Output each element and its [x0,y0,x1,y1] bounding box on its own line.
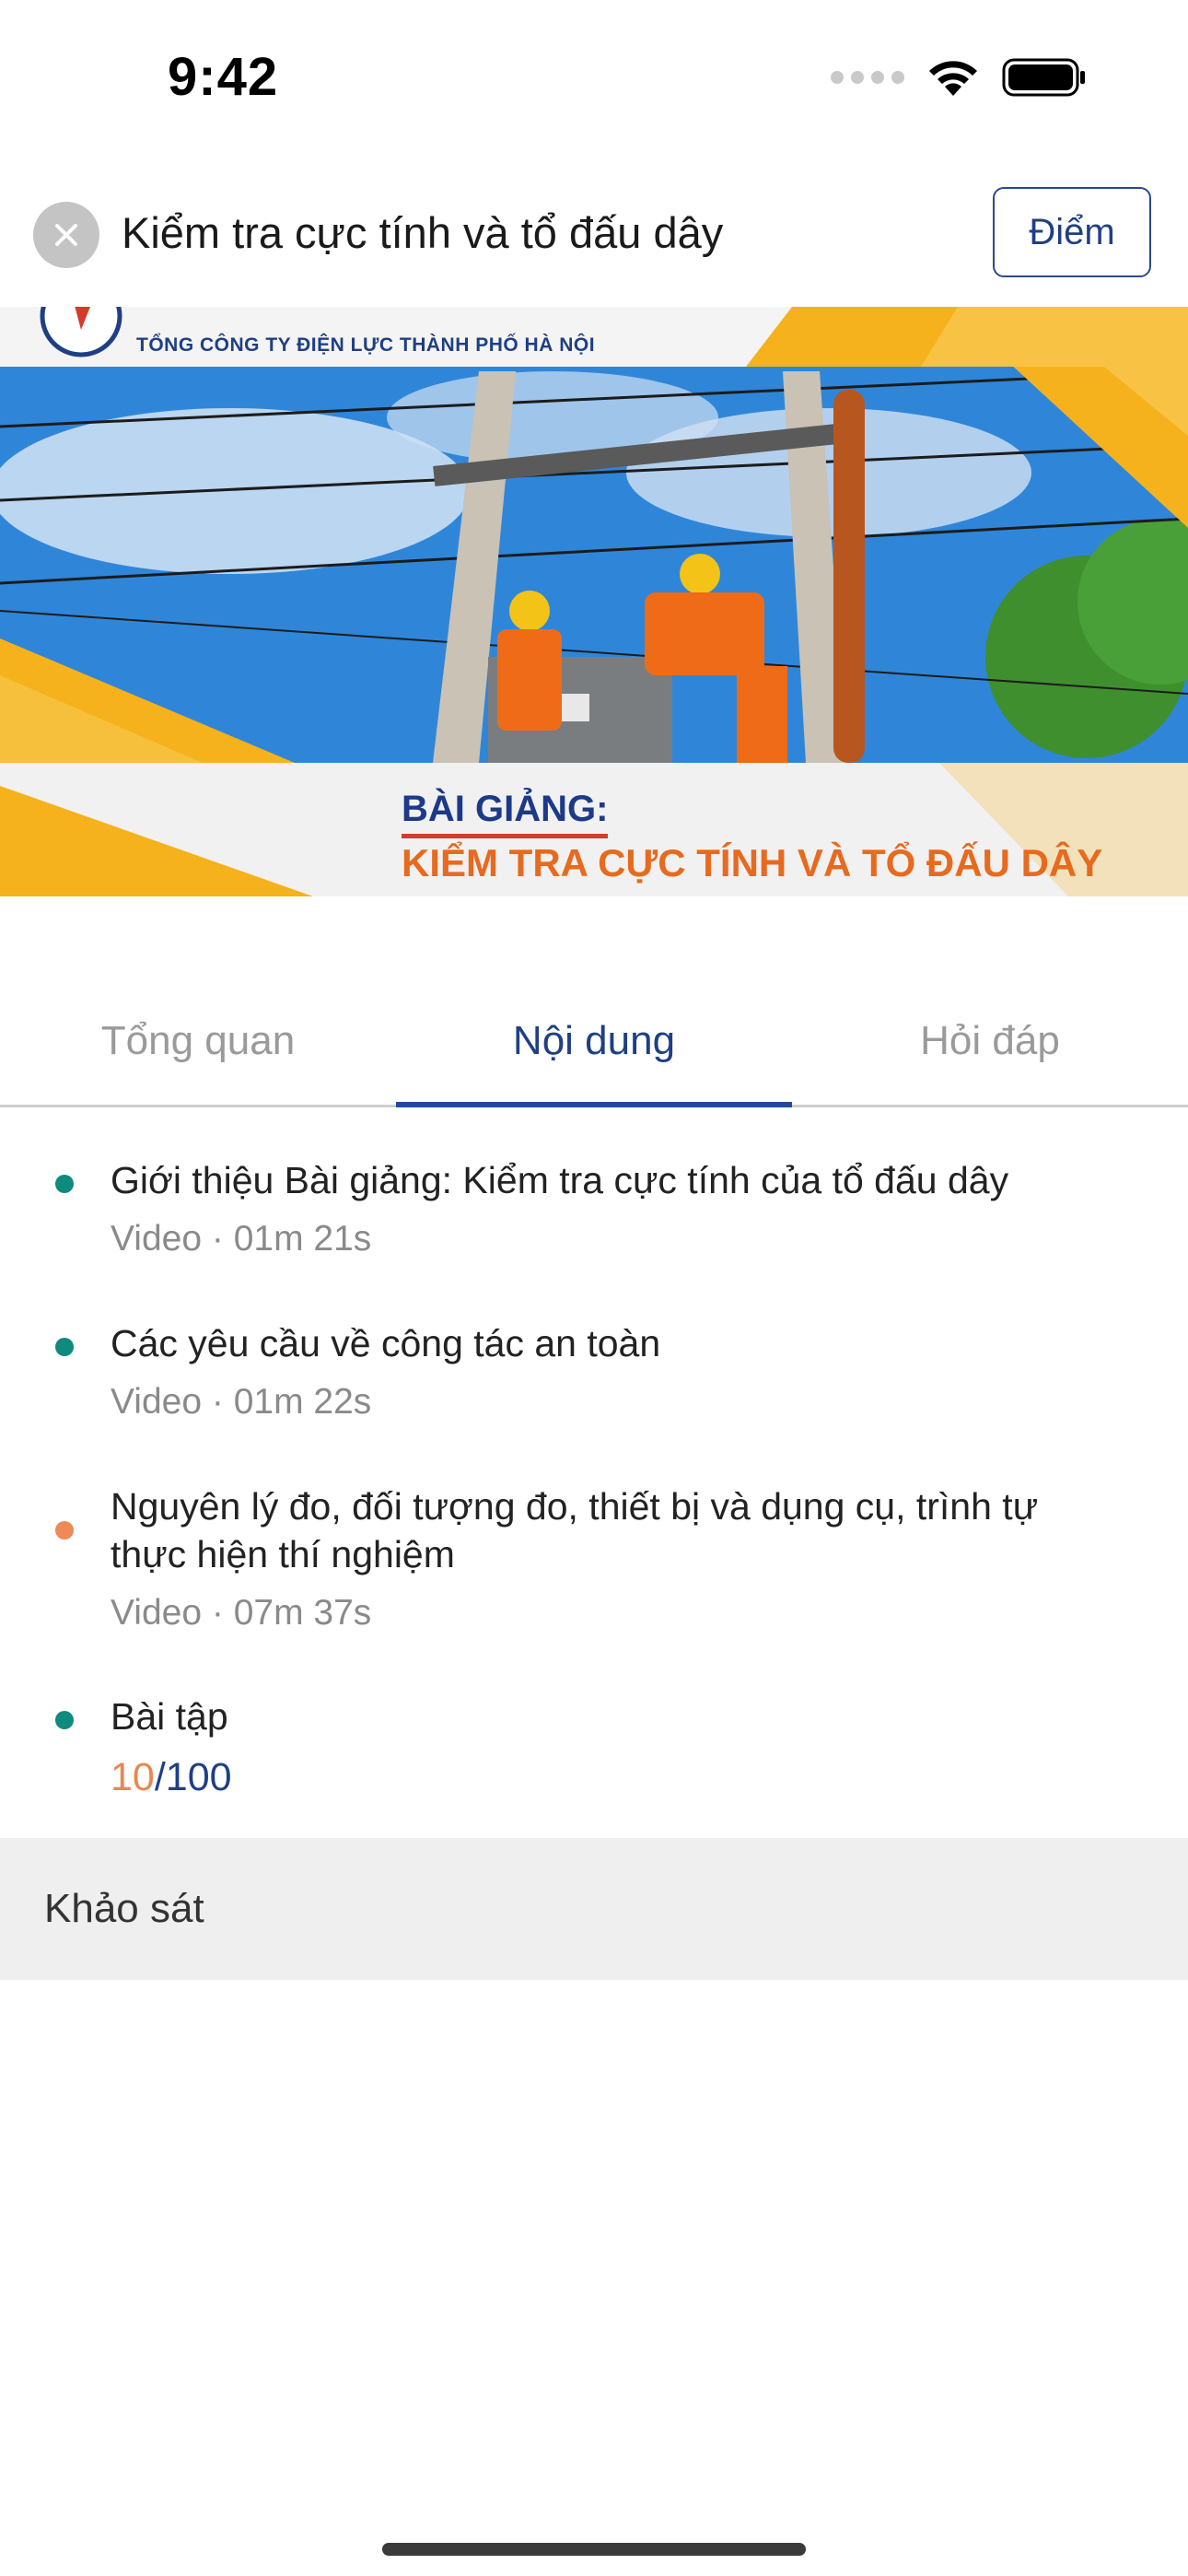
lesson-title: Giới thiệu Bài giảng: Kiểm tra cực tính … [111,1159,1009,1201]
signal-icon [831,71,904,84]
page-title: Kiểm tra cực tính và tổ đấu dây [122,208,724,257]
status-time: 9:42 [168,47,279,107]
score-separator: / [154,1755,166,1799]
lesson-meta: Video · 01m 21s [111,1219,372,1259]
banner-subheading: KIỂM TRA CỰC TÍNH VÀ TỔ ĐẤU DÂY [402,841,1103,884]
lesson-title: Các yêu cầu về công tác an toàn [111,1322,661,1364]
lesson-list: Giới thiệu Bài giảng: Kiểm tra cực tính … [0,1156,1188,1831]
status-dot-icon [55,1338,74,1356]
wifi-icon [925,57,982,98]
banner-heading: BÀI GIẢNG: [402,786,609,838]
survey-label: Khảo sát [44,1886,204,1931]
lesson-banner: TỔNG CÔNG TY ĐIỆN LỰC THÀNH PHỐ HÀ NỘI B… [0,307,1188,896]
status-dot-icon [55,1711,74,1729]
status-dot-icon [55,1521,74,1540]
lesson-header: Kiểm tra cực tính và tổ đấu dây Điểm [0,180,1188,309]
score-total: 100 [165,1755,232,1799]
lesson-title: Nguyên lý đo, đối tượng đo, thiết bị và … [111,1485,1039,1575]
exercise-score: 10/100 [111,1753,1087,1801]
tab-overview[interactable]: Tổng quan [0,977,396,1105]
lesson-meta: Video · 07m 37s [111,1593,372,1633]
list-item[interactable]: Bài tập 10/100 [0,1692,1188,1831]
status-bar: 9:42 [0,0,1188,161]
status-dot-icon [55,1175,74,1193]
banner-org-name: TỔNG CÔNG TY ĐIỆN LỰC THÀNH PHỐ HÀ NỘI [136,334,596,356]
lesson-meta: Video · 01m 22s [111,1382,372,1422]
tab-bar: Tổng quan Nội dung Hỏi đáp [0,977,1188,1107]
home-indicator[interactable] [382,2543,806,2556]
list-item[interactable]: Giới thiệu Bài giảng: Kiểm tra cực tính … [0,1156,1188,1319]
tab-content[interactable]: Nội dung [396,977,792,1107]
close-icon [55,224,77,246]
lesson-title: Bài tập [111,1695,228,1738]
list-item[interactable]: Nguyên lý đo, đối tượng đo, thiết bị và … [0,1482,1188,1692]
close-button[interactable] [33,202,99,268]
tab-qa[interactable]: Hỏi đáp [792,977,1188,1105]
status-icons [831,57,1087,98]
battery-icon [1002,57,1087,98]
score-button[interactable]: Điểm [993,187,1151,277]
survey-row[interactable]: Khảo sát [0,1838,1188,1980]
list-item[interactable]: Các yêu cầu về công tác an toàn Video · … [0,1319,1188,1482]
score-achieved: 10 [111,1755,155,1799]
